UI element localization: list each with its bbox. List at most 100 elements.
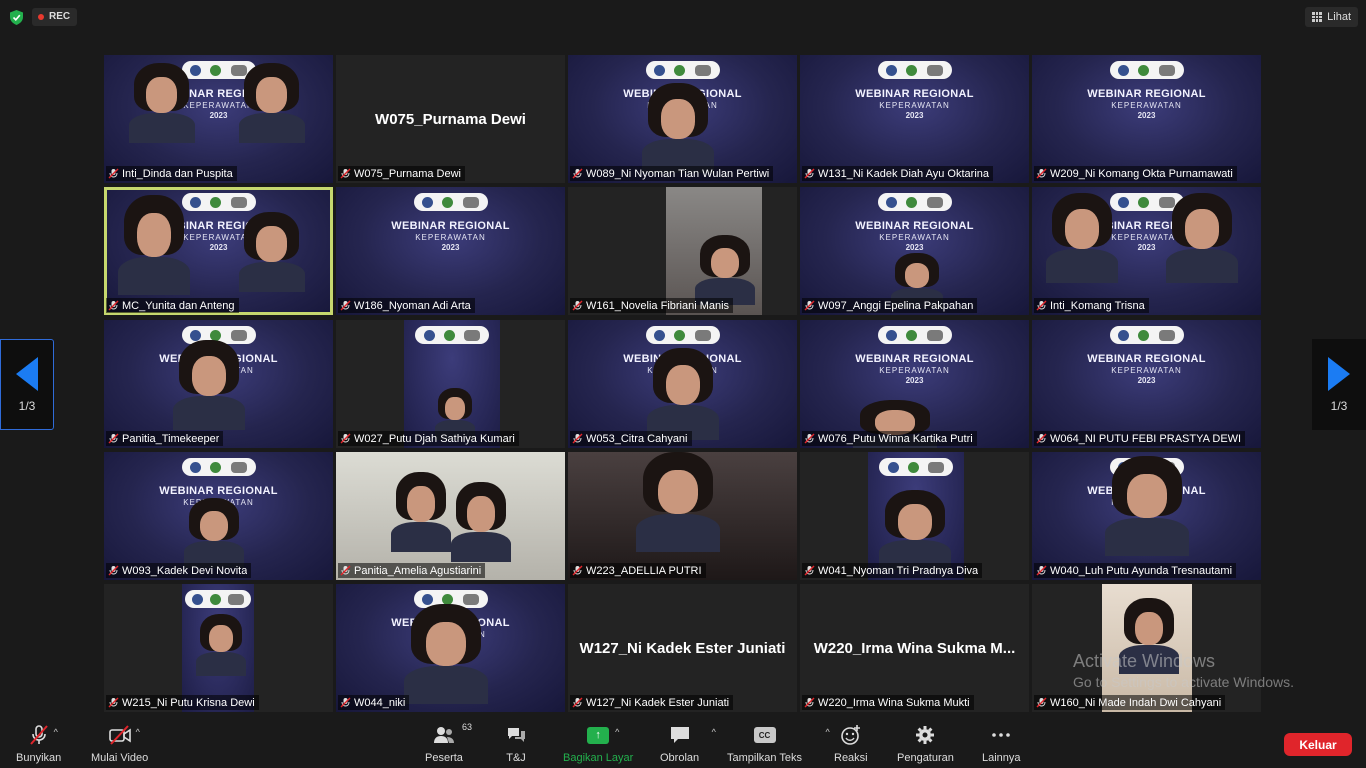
participant-video-tile[interactable]: WEBINAR REGIONAL KEPERAWATAN 2023 W097_Angg… bbox=[800, 187, 1029, 315]
sponsor-logos bbox=[185, 590, 251, 608]
participant-video-tile[interactable]: W215_Ni Putu Krisna Dewi bbox=[104, 584, 333, 712]
organization-logo-icon bbox=[210, 64, 222, 76]
participant-video-tile[interactable]: WEBINAR REGIONALKEPERAWATAN2023W040_Luh … bbox=[1032, 452, 1261, 580]
settings-label: Pengaturan bbox=[897, 752, 954, 764]
participant-video-tile[interactable]: WEBINAR REGIONAL KEPERAWATAN 2023 W064_NI P… bbox=[1032, 320, 1261, 448]
participant-video-tile[interactable]: WEBINAR REGIONAL KEPERAWATAN 2023 W209_Ni K… bbox=[1032, 55, 1261, 183]
participant-video-tile[interactable]: WEBINAR REGIONAL KEPERAWATAN 2023 MC_Yunita… bbox=[104, 187, 333, 315]
virtual-background-title: WEBINAR REGIONAL bbox=[1087, 353, 1206, 365]
chevron-up-icon[interactable]: ^ bbox=[136, 727, 140, 737]
participant-video-tile[interactable]: WEBINAR REGIONAL KEPERAWATAN 2023 W076_Putu… bbox=[800, 320, 1029, 448]
participant-name: W044_niki bbox=[354, 696, 406, 709]
organization-logo-icon bbox=[907, 461, 919, 473]
participant-video-tile[interactable]: W027_Putu Djah Sathiya Kumari bbox=[336, 320, 565, 448]
participant-name-label: W064_NI PUTU FEBI PRASTYA DEWI bbox=[1034, 431, 1246, 446]
participant-video-tile[interactable]: W127_Ni Kadek Ester Juniati W127_Ni Kadek… bbox=[568, 584, 797, 712]
show-captions-button[interactable]: CC ^ Tampilkan Teks bbox=[727, 724, 830, 764]
participant-video-tile[interactable]: W161_Novelia Fibriani Manis bbox=[568, 187, 797, 315]
participant-name: W064_NI PUTU FEBI PRASTYA DEWI bbox=[1050, 432, 1242, 445]
recording-indicator[interactable]: REC bbox=[32, 8, 78, 26]
mic-muted-icon bbox=[572, 697, 583, 708]
organization-logo-icon bbox=[1138, 329, 1150, 341]
participant-name-label: MC_Yunita dan Anteng bbox=[106, 298, 239, 313]
participants-button[interactable]: 63 Peserta bbox=[425, 722, 472, 764]
participant-video-tile[interactable]: Panitia_Amelia Agustiarini bbox=[336, 452, 565, 580]
chat-button[interactable]: ^ Obrolan bbox=[660, 724, 716, 764]
participant-video-tile[interactable]: WEBINAR REGIONALKEPERAWATAN2023Panitia_T… bbox=[104, 320, 333, 448]
organization-logo-icon bbox=[906, 64, 918, 76]
more-dots-icon bbox=[992, 733, 1011, 737]
security-shield-icon[interactable] bbox=[8, 9, 25, 26]
virtual-background-subtitle: KEPERAWATAN bbox=[415, 233, 486, 242]
mic-muted-icon bbox=[804, 168, 815, 179]
mic-muted-icon bbox=[340, 565, 351, 576]
event-logo-icon bbox=[230, 196, 247, 208]
share-screen-button[interactable]: ↑ ^ Bagikan Layar bbox=[563, 724, 633, 764]
sponsor-logos bbox=[645, 61, 720, 79]
participant-video-tile[interactable]: W041_Nyoman Tri Pradnya Diva bbox=[800, 452, 1029, 580]
participant-video-tile[interactable]: W160_Ni Made Indah Dwi Cahyani bbox=[1032, 584, 1261, 712]
participant-name-label: W089_Ni Nyoman Tian Wulan Pertiwi bbox=[570, 166, 774, 181]
participant-video-tile[interactable]: WEBINAR REGIONAL KEPERAWATAN 2023 W131_Ni K… bbox=[800, 55, 1029, 183]
event-logo-icon bbox=[1158, 329, 1175, 341]
participant-video-tile[interactable]: WEBINAR REGIONAL KEPERAWATAN 2023 Inti_Koma… bbox=[1032, 187, 1261, 315]
university-logo-icon bbox=[1118, 64, 1130, 76]
participant-person bbox=[1105, 456, 1189, 556]
university-logo-icon bbox=[887, 461, 899, 473]
mic-muted-icon bbox=[1036, 300, 1047, 311]
participant-name-label: Inti_Dinda dan Puspita bbox=[106, 166, 237, 181]
university-logo-icon bbox=[422, 196, 434, 208]
activate-windows-watermark: Activate Windows Go to Settings to activ… bbox=[1073, 651, 1294, 690]
participant-video-tile[interactable]: W220_Irma Wina Sukma M... W220_Irma Wina … bbox=[800, 584, 1029, 712]
chevron-up-icon[interactable]: ^ bbox=[615, 727, 619, 737]
event-logo-icon bbox=[926, 64, 943, 76]
mic-muted-icon bbox=[108, 168, 119, 179]
participant-name: W127_Ni Kadek Ester Juniati bbox=[586, 696, 730, 709]
next-page-button[interactable]: 1/3 bbox=[1312, 339, 1366, 430]
participant-video-tile[interactable]: WEBINAR REGIONALKEPERAWATAN2023W044_niki bbox=[336, 584, 565, 712]
sponsor-logos bbox=[877, 326, 952, 344]
participant-name: Panitia_Amelia Agustiarini bbox=[354, 564, 482, 577]
participant-person bbox=[451, 482, 511, 562]
leave-button[interactable]: Keluar bbox=[1284, 733, 1352, 756]
settings-button[interactable]: Pengaturan bbox=[897, 724, 954, 764]
sponsor-logos bbox=[413, 193, 488, 211]
virtual-background-title: WEBINAR REGIONAL bbox=[391, 220, 510, 232]
participant-name-label: W041_Nyoman Tri Pradnya Diva bbox=[802, 563, 983, 578]
participant-display-name: W075_Purnama Dewi bbox=[375, 110, 526, 128]
reactions-button[interactable]: Reaksi bbox=[834, 724, 868, 764]
participant-video-tile[interactable]: W075_Purnama Dewi W075_Purnama Dewi bbox=[336, 55, 565, 183]
page-indicator: 1/3 bbox=[1330, 398, 1348, 413]
unmute-label: Bunyikan bbox=[16, 752, 62, 764]
participant-video-tile[interactable]: WEBINAR REGIONAL KEPERAWATAN 2023 W186_Nyom… bbox=[336, 187, 565, 315]
virtual-background-year: 2023 bbox=[905, 243, 924, 252]
participant-video-tile[interactable]: WEBINAR REGIONALKEPERAWATAN2023W089_Ni N… bbox=[568, 55, 797, 183]
previous-page-button[interactable]: 1/3 bbox=[0, 339, 54, 430]
participant-person bbox=[1046, 193, 1118, 283]
view-button[interactable]: Lihat bbox=[1305, 7, 1358, 27]
event-logo-icon bbox=[928, 461, 945, 473]
university-logo-icon bbox=[423, 329, 435, 341]
participants-label: Peserta bbox=[425, 752, 463, 764]
more-button[interactable]: Lainnya bbox=[982, 724, 1021, 764]
qa-button[interactable]: T&J bbox=[505, 724, 527, 764]
participant-name: W160_Ni Made Indah Dwi Cahyani bbox=[1050, 696, 1222, 709]
participant-person bbox=[404, 604, 488, 704]
chevron-up-icon[interactable]: ^ bbox=[54, 727, 58, 737]
start-video-button[interactable]: ^ Mulai Video bbox=[91, 724, 148, 764]
university-logo-icon bbox=[886, 64, 898, 76]
participant-name-label: W076_Putu Winna Kartika Putri bbox=[802, 431, 977, 446]
organization-logo-icon bbox=[906, 196, 918, 208]
virtual-background-subtitle: KEPERAWATAN bbox=[879, 101, 950, 110]
event-logo-icon bbox=[227, 593, 244, 605]
more-label: Lainnya bbox=[982, 752, 1021, 764]
participant-name: W076_Putu Winna Kartika Putri bbox=[818, 432, 973, 445]
participant-video-tile[interactable]: WEBINAR REGIONAL KEPERAWATAN 2023 Inti_Dind… bbox=[104, 55, 333, 183]
participant-video-tile[interactable]: W223_ADELLIA PUTRI bbox=[568, 452, 797, 580]
unmute-button[interactable]: ^ Bunyikan bbox=[16, 724, 61, 764]
chevron-up-icon[interactable]: ^ bbox=[712, 727, 716, 737]
participant-video-tile[interactable]: WEBINAR REGIONALKEPERAWATAN2023W093_Kade… bbox=[104, 452, 333, 580]
chevron-up-icon[interactable]: ^ bbox=[826, 727, 830, 737]
participant-video-tile[interactable]: WEBINAR REGIONALKEPERAWATAN2023W053_Citr… bbox=[568, 320, 797, 448]
university-logo-icon bbox=[190, 329, 202, 341]
